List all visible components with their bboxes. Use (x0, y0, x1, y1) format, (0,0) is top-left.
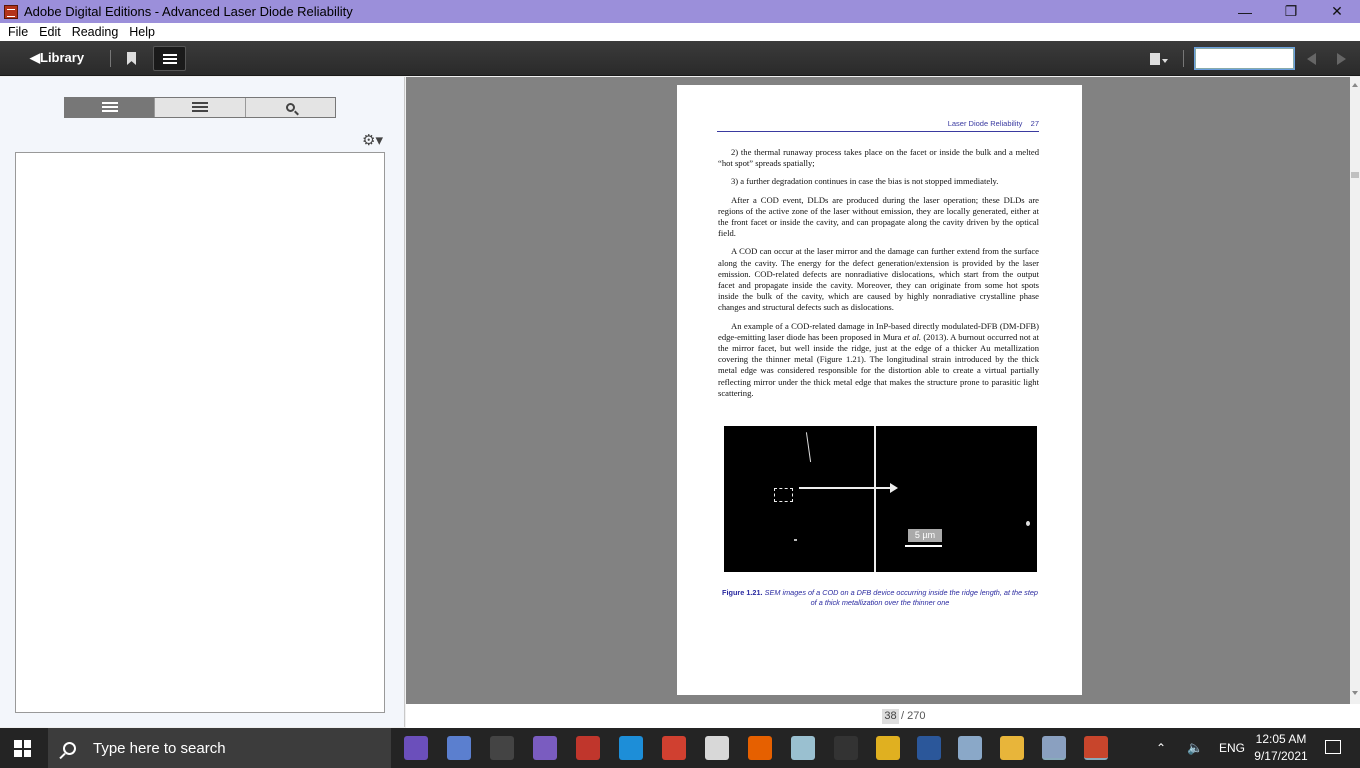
paragraph: 2) the thermal runaway process takes pla… (718, 147, 1039, 169)
running-head: Laser Diode Reliability 27 (947, 119, 1039, 128)
toolbar-separator (1183, 50, 1184, 67)
paragraph-italic: et al. (903, 331, 922, 342)
restore-button[interactable]: ❐ (1268, 0, 1314, 23)
caption-label: Figure 1.21. (722, 588, 763, 597)
file-explorer-icon[interactable] (1042, 736, 1066, 760)
taskbar-search[interactable]: Type here to search (48, 728, 391, 768)
language-indicator[interactable]: ENG (1219, 728, 1245, 768)
figure-crack-mark (805, 431, 814, 463)
windows-start-icon[interactable] (14, 740, 31, 757)
gear-icon[interactable]: ⚙▾ (362, 131, 383, 149)
minimize-button[interactable]: — (1222, 0, 1268, 23)
figure-scale-label: 5 µm (908, 529, 942, 542)
scroll-down-icon[interactable] (1352, 691, 1358, 695)
title-bar: Adobe Digital Editions - Advanced Laser … (0, 0, 1360, 23)
sidebar-view-switcher (64, 97, 336, 118)
paragraph: An example of a COD-related damage in In… (718, 321, 1039, 399)
clock[interactable]: 12:05 AM 9/17/2021 (1245, 731, 1317, 765)
toc-panel[interactable] (15, 152, 385, 713)
fontforge-icon[interactable] (490, 736, 514, 760)
menu-bar: File Edit Reading Help (0, 23, 1360, 41)
toolbar-separator (110, 50, 111, 67)
clock-time: 12:05 AM (1255, 732, 1307, 746)
volume-icon[interactable]: 🔈 (1187, 728, 1203, 768)
toolbar: ◀Library (0, 41, 1360, 76)
window-title: Adobe Digital Editions - Advanced Laser … (24, 4, 353, 19)
app-headphones-icon[interactable] (876, 736, 900, 760)
figure-edge-line (874, 426, 876, 572)
figure-scale-bar (905, 545, 942, 547)
app-tools-icon[interactable] (662, 736, 686, 760)
firefox-icon[interactable] (748, 736, 772, 760)
library-button[interactable]: ◀Library (30, 50, 84, 66)
app-blue-icon[interactable] (619, 736, 643, 760)
bookmark-icon[interactable] (127, 52, 136, 65)
figure-hot-spot (1026, 521, 1030, 526)
list-icon (101, 102, 118, 113)
paragraph: A COD can occur at the laser mirror and … (718, 246, 1039, 313)
total-pages: / 270 (901, 710, 926, 722)
previous-page-icon[interactable] (1307, 53, 1316, 65)
network-icon[interactable] (958, 736, 982, 760)
show-hidden-icons-icon[interactable]: ⌃ (1156, 728, 1166, 768)
header-rule (717, 131, 1039, 132)
digital-editions-icon[interactable] (1084, 736, 1108, 760)
figure-dashed-box (774, 488, 793, 502)
bookmarks-list-icon (191, 102, 208, 113)
chevron-down-icon[interactable] (1162, 59, 1168, 63)
search-icon (285, 103, 295, 112)
search-icon (63, 741, 76, 755)
word-icon[interactable] (917, 736, 941, 760)
page-view-icon[interactable] (1150, 53, 1160, 65)
visual-studio-icon[interactable] (404, 736, 428, 760)
window-controls: — ❐ ✕ (1222, 0, 1360, 23)
menu-edit[interactable]: Edit (39, 25, 61, 39)
taskbar-search-placeholder: Type here to search (93, 739, 226, 757)
paragraph: After a COD event, DLDs are produced dur… (718, 194, 1039, 239)
scroll-up-icon[interactable] (1352, 83, 1358, 87)
pdf-icon[interactable] (705, 736, 729, 760)
scroll-thumb[interactable] (1351, 172, 1359, 178)
menu-file[interactable]: File (8, 25, 28, 39)
app-glass-icon[interactable] (791, 736, 815, 760)
app-logo-icon (4, 4, 18, 19)
current-page-field[interactable]: 38 (882, 709, 899, 724)
vertical-scrollbar[interactable] (1350, 77, 1360, 704)
paragraph: 3) a further degradation continues in ca… (731, 176, 999, 187)
figure-arrow (799, 487, 894, 489)
menu-reading[interactable]: Reading (72, 25, 119, 39)
search-input[interactable] (1194, 47, 1295, 70)
sem-figure-image: 5 µm (724, 426, 1037, 572)
pagination-bar: 38 / 270 (406, 704, 1360, 728)
figure-caption: Figure 1.21. SEM images of a COD on a DF… (722, 588, 1038, 607)
next-page-icon[interactable] (1337, 53, 1346, 65)
book-page: Laser Diode Reliability 27 2) the therma… (677, 85, 1082, 695)
bookmarks-tab[interactable] (155, 98, 246, 117)
app-red-icon[interactable] (576, 736, 600, 760)
page-body: 2) the thermal runaway process takes pla… (718, 147, 1039, 406)
app-purple-icon[interactable] (533, 736, 557, 760)
taskbar: Type here to search ⌃ 🔈 ENG 12:05 AM 9/1… (0, 728, 1360, 768)
file-manager-icon[interactable] (447, 736, 471, 760)
figure-arrowhead (890, 483, 898, 493)
caption-text: SEM images of a COD on a DFB device occu… (762, 588, 1038, 607)
toc-toggle-button[interactable] (153, 46, 186, 71)
app-figure-icon[interactable] (834, 736, 858, 760)
clock-date: 9/17/2021 (1254, 749, 1308, 763)
figure-debris (794, 539, 797, 541)
notifications-icon[interactable] (1325, 740, 1341, 754)
toc-tab[interactable] (65, 98, 156, 117)
search-tab[interactable] (246, 98, 335, 117)
menu-help[interactable]: Help (129, 25, 155, 39)
folder-icon[interactable] (1000, 736, 1024, 760)
close-button[interactable]: ✕ (1314, 0, 1360, 23)
sidebar: ⚙▾ (0, 77, 405, 727)
